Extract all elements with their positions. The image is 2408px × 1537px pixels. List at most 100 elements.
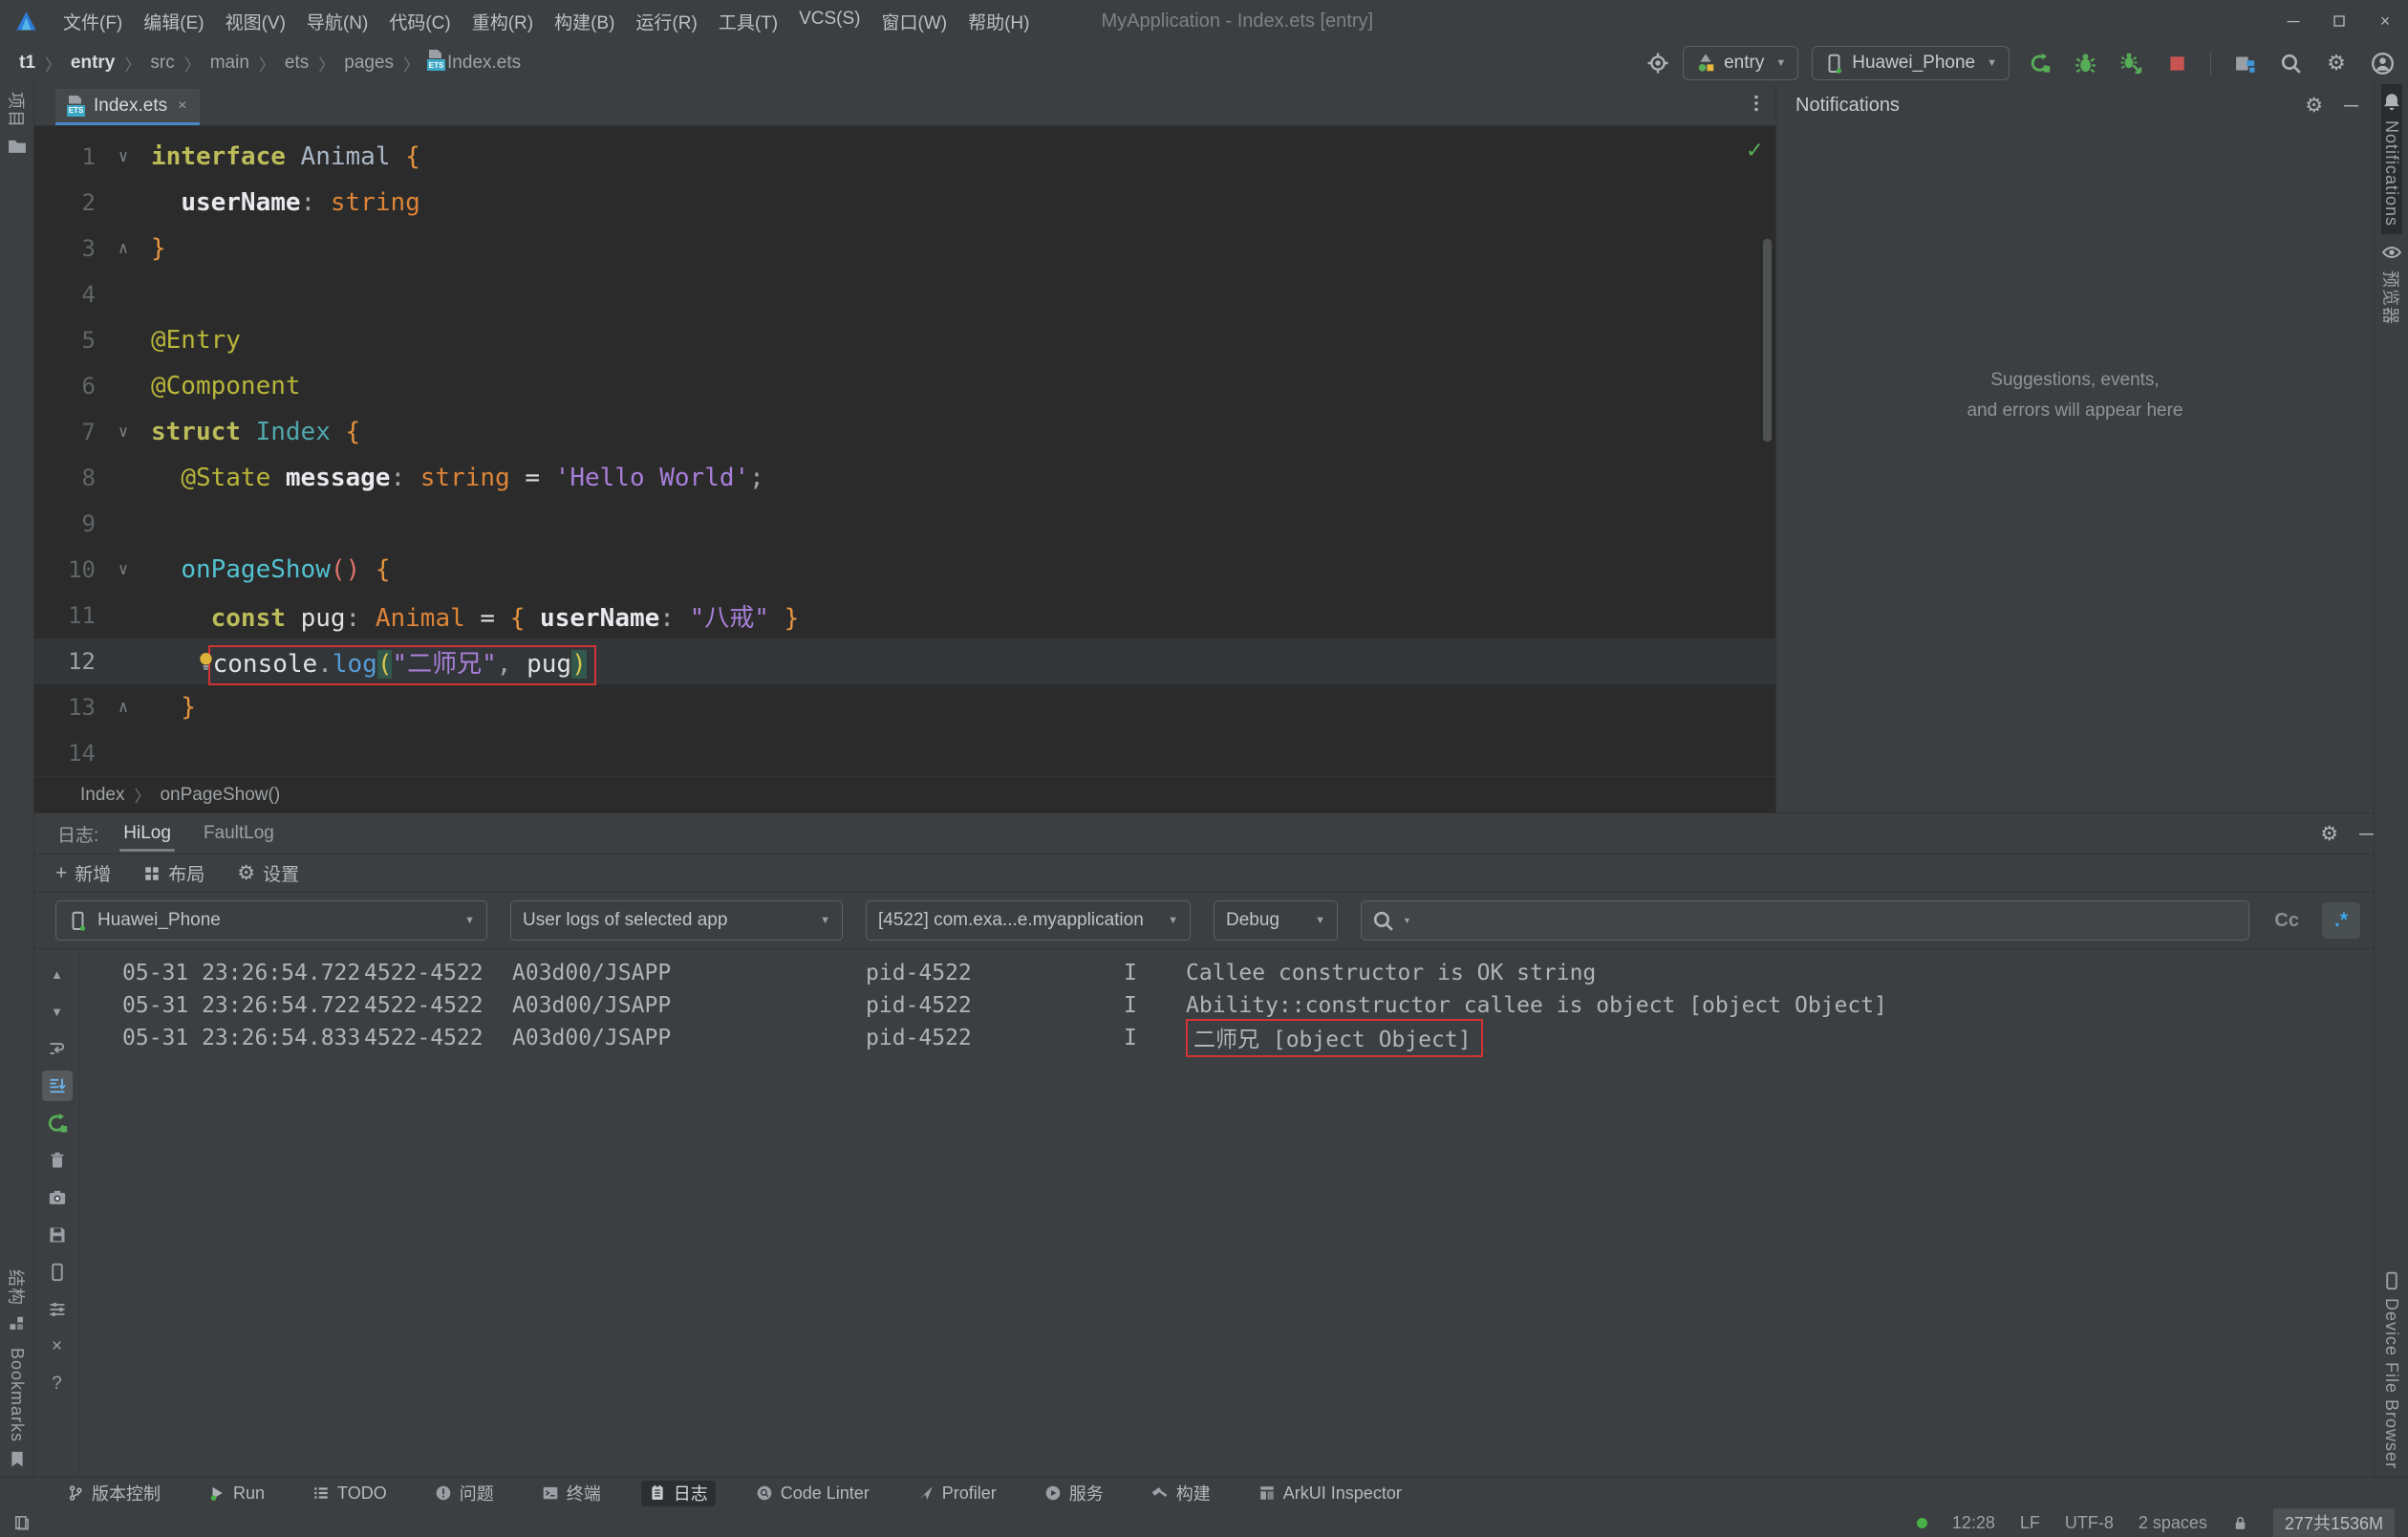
code-line-12[interactable]: 12 console.log("二师兄", pug)	[34, 639, 1775, 684]
stop-button[interactable]	[2161, 47, 2193, 79]
code-editor[interactable]: 1∨interface Animal {2 userName: string3∧…	[34, 126, 1775, 776]
toolwindow-版本控制[interactable]: 版本控制	[59, 1481, 168, 1506]
memory-indicator[interactable]: 277共1536M	[2273, 1508, 2395, 1537]
hilog-minimize-icon[interactable]: ─	[2359, 824, 2374, 844]
breadcrumb-item-src[interactable]: src	[148, 53, 176, 74]
gear-button[interactable]: ⚙	[2320, 47, 2353, 79]
code-line-3[interactable]: 3∧}	[34, 226, 1775, 271]
toolwindow-Run[interactable]: Run	[201, 1481, 272, 1506]
menu-item-窗口(W)[interactable]: 窗口(W)	[871, 5, 957, 38]
fold-marker[interactable]: ∧	[105, 239, 141, 258]
scrollend-button[interactable]	[42, 1071, 73, 1101]
code-line-14[interactable]: 14	[34, 730, 1775, 776]
breadcrumb-item-main[interactable]: main	[208, 53, 251, 74]
camera-button[interactable]	[42, 1182, 73, 1213]
device-selector[interactable]: Huawei_Phone▼	[1812, 46, 2010, 80]
log-row[interactable]: 05-31 23:26:54.8334522-4522A03d00/JSAPPp…	[80, 1022, 2374, 1054]
sidebar-item-structure[interactable]: 结构	[5, 1262, 30, 1340]
code-line-2[interactable]: 2 userName: string	[34, 180, 1775, 226]
editor-breadcrumb-Index[interactable]: Index	[78, 785, 126, 806]
menu-item-导航(N)[interactable]: 导航(N)	[296, 5, 378, 38]
设置-button[interactable]: ⚙设置	[237, 860, 299, 886]
devices-button[interactable]	[2228, 47, 2261, 79]
wrap-button[interactable]	[42, 1033, 73, 1064]
fold-marker[interactable]: ∨	[105, 422, 141, 442]
log-row[interactable]: 05-31 23:26:54.7224522-4522A03d00/JSAPPp…	[80, 957, 2374, 989]
sidebar-item-previewer[interactable]: 预览器	[2379, 234, 2404, 333]
toolwindow-服务[interactable]: 服务	[1037, 1481, 1111, 1506]
breadcrumb-item-pages[interactable]: pages	[342, 53, 396, 74]
fold-marker[interactable]: ∧	[105, 698, 141, 717]
menu-item-运行(R)[interactable]: 运行(R)	[625, 5, 707, 38]
sidebar-item-project[interactable]: 项目	[5, 84, 30, 164]
breadcrumb-item-entry[interactable]: entry	[69, 53, 117, 74]
up-button[interactable]: ▲	[42, 959, 73, 989]
target-icon[interactable]	[1646, 52, 1669, 75]
menu-item-构建(B)[interactable]: 构建(B)	[544, 5, 625, 38]
editor-scrollbar[interactable]	[1763, 239, 1772, 442]
toolwindow-构建[interactable]: 构建	[1144, 1481, 1218, 1506]
lock-icon[interactable]	[2232, 1515, 2248, 1531]
tab-faultlog[interactable]: FaultLog	[204, 813, 274, 854]
toolwindow-问题[interactable]: 问题	[427, 1481, 502, 1506]
debug-attach-button[interactable]	[2115, 47, 2147, 79]
toolwindow-日志[interactable]: 日志	[641, 1481, 716, 1506]
module-selector[interactable]: entry▼	[1683, 46, 1798, 80]
debug-button[interactable]	[2069, 47, 2101, 79]
tab-close-icon[interactable]: ×	[178, 97, 186, 115]
menu-item-视图(V)[interactable]: 视图(V)	[215, 5, 296, 38]
level-filter[interactable]: Debug▼	[1214, 900, 1338, 941]
status-line-separator[interactable]: LF	[2020, 1513, 2040, 1533]
toolwindow-TODO[interactable]: TODO	[305, 1481, 395, 1506]
toolwindow-Profiler[interactable]: Profiler	[910, 1481, 1004, 1506]
breadcrumb-item-t1[interactable]: t1	[17, 53, 37, 74]
search-button[interactable]	[2274, 47, 2307, 79]
code-line-13[interactable]: 13∧ }	[34, 684, 1775, 730]
scope-filter[interactable]: User logs of selected app▼	[510, 900, 843, 941]
code-line-10[interactable]: 10∨ onPageShow() {	[34, 547, 1775, 593]
menu-item-帮助(H)[interactable]: 帮助(H)	[957, 5, 1040, 38]
tool-window-toggle-icon[interactable]	[13, 1514, 31, 1531]
code-line-6[interactable]: 6@Component	[34, 363, 1775, 409]
布局-button[interactable]: 布局	[143, 860, 204, 886]
sidebar-item-device-file-browser[interactable]: Device File Browser	[2381, 1264, 2401, 1477]
device-button[interactable]	[42, 1257, 73, 1288]
breadcrumb-item-Index.ets[interactable]: Index.ets	[445, 53, 523, 74]
down-button[interactable]: ▼	[42, 996, 73, 1027]
code-line-1[interactable]: 1∨interface Animal {	[34, 134, 1775, 180]
menu-item-重构(R)[interactable]: 重构(R)	[462, 5, 544, 38]
hilog-settings-icon[interactable]: ⚙	[2320, 824, 2338, 844]
menu-item-编辑(E)[interactable]: 编辑(E)	[133, 5, 214, 38]
notifications-settings-icon[interactable]: ⚙	[2305, 96, 2323, 116]
log-row[interactable]: 05-31 23:26:54.7224522-4522A03d00/JSAPPp…	[80, 989, 2374, 1022]
tab-index-ets[interactable]: ETS Index.ets ×	[55, 89, 200, 125]
code-line-4[interactable]: 4	[34, 271, 1775, 317]
fold-marker[interactable]: ∨	[105, 560, 141, 579]
新增-button[interactable]: +新增	[55, 860, 111, 886]
status-encoding[interactable]: UTF-8	[2065, 1513, 2114, 1533]
process-filter[interactable]: [4522] com.exa...e.myapplication▼	[866, 900, 1191, 941]
breadcrumb-item-ets[interactable]: ets	[283, 53, 311, 74]
code-line-5[interactable]: 5@Entry	[34, 317, 1775, 363]
window-minimize-button[interactable]: ─	[2270, 0, 2316, 42]
avatar-button[interactable]	[2366, 47, 2398, 79]
trash-button[interactable]	[42, 1145, 73, 1176]
code-line-7[interactable]: 7∨struct Index {	[34, 409, 1775, 455]
toolwindow-Code Linter[interactable]: Code Linter	[748, 1481, 877, 1506]
fold-marker[interactable]: ∨	[105, 147, 141, 166]
closex-button[interactable]: ×	[42, 1331, 73, 1362]
notifications-minimize-icon[interactable]: ─	[2344, 96, 2358, 116]
code-line-9[interactable]: 9	[34, 501, 1775, 547]
menu-item-VCS(S)[interactable]: VCS(S)	[788, 5, 871, 38]
toolwindow-ArkUI Inspector[interactable]: ArkUI Inspector	[1251, 1481, 1409, 1506]
window-maximize-button[interactable]	[2316, 0, 2362, 42]
intention-bulb-icon[interactable]	[195, 650, 217, 672]
log-search-box[interactable]: ▼	[1361, 900, 2249, 941]
device-filter[interactable]: Huawei_Phone▼	[55, 900, 487, 941]
status-indent[interactable]: 2 spaces	[2139, 1513, 2207, 1533]
window-close-button[interactable]: ×	[2362, 0, 2408, 42]
rerun-button[interactable]	[42, 1108, 73, 1138]
sidebar-item-bookmarks[interactable]: Bookmarks	[7, 1340, 27, 1477]
regex-toggle[interactable]: .*	[2322, 902, 2360, 939]
tab-hilog[interactable]: HiLog	[123, 813, 171, 854]
